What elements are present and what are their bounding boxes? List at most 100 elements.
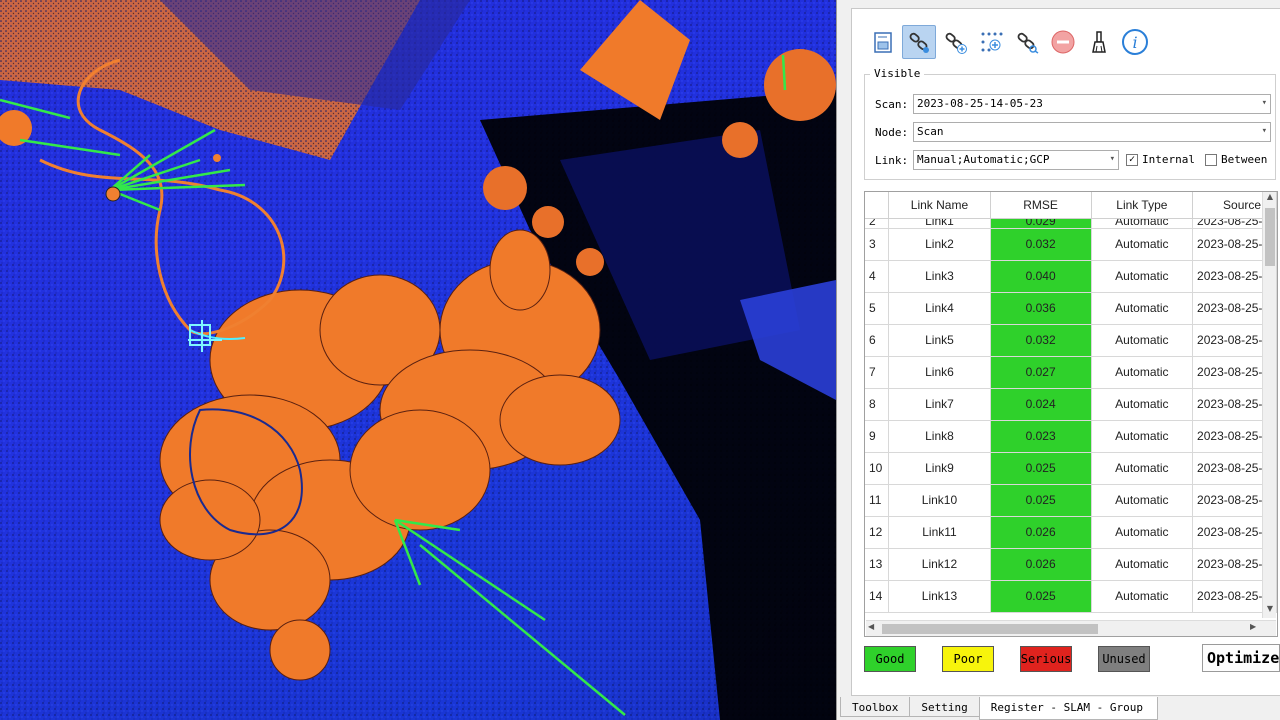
link-name-cell[interactable]: Link5: [888, 324, 991, 357]
row-number-header[interactable]: [865, 192, 890, 219]
rmse-cell[interactable]: 0.024: [990, 388, 1092, 421]
table-row[interactable]: 5 Link4 0.036 Automatic 2023-08-25-1: [865, 292, 1277, 325]
link-type-cell[interactable]: Automatic: [1091, 452, 1194, 485]
link-mode-button[interactable]: [902, 25, 936, 59]
optimize-button[interactable]: Optimize: [1202, 644, 1280, 672]
link-type-cell[interactable]: Automatic: [1091, 420, 1194, 453]
table-row[interactable]: 7 Link6 0.027 Automatic 2023-08-25-1: [865, 356, 1277, 389]
row-number-cell[interactable]: 8: [865, 388, 890, 421]
point-cloud-viewport[interactable]: [0, 0, 836, 720]
row-number-cell[interactable]: 4: [865, 260, 890, 293]
rmse-cell[interactable]: 0.025: [990, 580, 1092, 613]
scroll-up-arrow-icon[interactable]: ▲: [1264, 192, 1276, 204]
add-nodes-button[interactable]: [974, 25, 1008, 59]
internal-checkbox[interactable]: ✓ Internal: [1126, 153, 1195, 166]
remove-link-button[interactable]: [1046, 25, 1080, 59]
link-name-cell[interactable]: Link2: [888, 228, 991, 261]
row-number-cell[interactable]: 6: [865, 324, 890, 357]
rmse-cell[interactable]: 0.032: [990, 228, 1092, 261]
table-row[interactable]: 11 Link10 0.025 Automatic 2023-08-25-1: [865, 484, 1277, 517]
link-type-cell[interactable]: Automatic: [1091, 388, 1194, 421]
clean-button[interactable]: [1082, 25, 1116, 59]
node-dropdown[interactable]: Scan ▾: [913, 122, 1271, 142]
legend-poor: Poor: [942, 646, 994, 672]
row-number-cell[interactable]: 13: [865, 548, 890, 581]
link-name-cell[interactable]: Link1: [888, 218, 991, 229]
link-label: Link:: [875, 154, 909, 167]
column-header-link-type[interactable]: Link Type: [1091, 192, 1194, 219]
rmse-cell[interactable]: 0.040: [990, 260, 1092, 293]
table-row[interactable]: 2 Link1 0.029 Automatic 2023-08-25-1: [865, 218, 1277, 229]
link-type-cell[interactable]: Automatic: [1091, 260, 1194, 293]
row-number-cell[interactable]: 7: [865, 356, 890, 389]
link-type-cell[interactable]: Automatic: [1091, 548, 1194, 581]
column-header-link-name[interactable]: Link Name: [888, 192, 991, 219]
tab-register-slam-group[interactable]: Register - SLAM - Group: [978, 697, 1159, 720]
table-row[interactable]: 6 Link5 0.032 Automatic 2023-08-25-1: [865, 324, 1277, 357]
link-name-cell[interactable]: Link8: [888, 420, 991, 453]
row-number-cell[interactable]: 10: [865, 452, 890, 485]
tab-toolbox[interactable]: Toolbox: [840, 697, 911, 717]
link-name-cell[interactable]: Link3: [888, 260, 991, 293]
table-vertical-scrollbar[interactable]: ▲ ▼: [1262, 192, 1276, 618]
search-link-button[interactable]: [1010, 25, 1044, 59]
row-number-cell[interactable]: 12: [865, 516, 890, 549]
row-number-cell[interactable]: 11: [865, 484, 890, 517]
rmse-cell[interactable]: 0.025: [990, 452, 1092, 485]
row-number-cell[interactable]: 14: [865, 580, 890, 613]
link-type-cell[interactable]: Automatic: [1091, 324, 1194, 357]
row-number-cell[interactable]: 5: [865, 292, 890, 325]
scroll-down-arrow-icon[interactable]: ▼: [1264, 604, 1276, 616]
table-horizontal-scrollbar[interactable]: ◀ ▶: [866, 620, 1276, 636]
between-checkbox[interactable]: Between: [1205, 153, 1267, 166]
save-button[interactable]: [866, 25, 900, 59]
link-name-cell[interactable]: Link4: [888, 292, 991, 325]
table-row[interactable]: 8 Link7 0.024 Automatic 2023-08-25-1: [865, 388, 1277, 421]
info-button[interactable]: i: [1118, 25, 1152, 59]
table-row[interactable]: 4 Link3 0.040 Automatic 2023-08-25-1: [865, 260, 1277, 293]
link-name-cell[interactable]: Link6: [888, 356, 991, 389]
scroll-right-arrow-icon[interactable]: ▶: [1250, 622, 1256, 631]
row-number-cell[interactable]: 2: [865, 218, 890, 229]
tab-setting[interactable]: Setting: [909, 697, 980, 717]
internal-check-box: ✓: [1126, 153, 1138, 166]
node-label: Node:: [875, 126, 909, 139]
table-row[interactable]: 10 Link9 0.025 Automatic 2023-08-25-1: [865, 452, 1277, 485]
link-type-cell[interactable]: Automatic: [1091, 228, 1194, 261]
table-row[interactable]: 9 Link8 0.023 Automatic 2023-08-25-1: [865, 420, 1277, 453]
add-link-button[interactable]: [938, 25, 972, 59]
rmse-cell[interactable]: 0.026: [990, 516, 1092, 549]
link-type-cell[interactable]: Automatic: [1091, 516, 1194, 549]
link-type-cell[interactable]: Automatic: [1091, 580, 1194, 613]
rmse-cell[interactable]: 0.027: [990, 356, 1092, 389]
vertical-scroll-thumb[interactable]: [1265, 208, 1275, 266]
table-row[interactable]: 13 Link12 0.026 Automatic 2023-08-25-1: [865, 548, 1277, 581]
rmse-cell[interactable]: 0.036: [990, 292, 1092, 325]
rmse-cell[interactable]: 0.032: [990, 324, 1092, 357]
link-type-cell[interactable]: Automatic: [1091, 218, 1194, 229]
link-name-cell[interactable]: Link12: [888, 548, 991, 581]
scan-dropdown[interactable]: 2023-08-25-14-05-23 ▾: [913, 94, 1271, 114]
table-row[interactable]: 14 Link13 0.025 Automatic 2023-08-25-1: [865, 580, 1277, 613]
scroll-left-arrow-icon[interactable]: ◀: [868, 622, 874, 631]
table-row[interactable]: 12 Link11 0.026 Automatic 2023-08-25-1: [865, 516, 1277, 549]
rmse-cell[interactable]: 0.023: [990, 420, 1092, 453]
table-row[interactable]: 3 Link2 0.032 Automatic 2023-08-25-1: [865, 228, 1277, 261]
link-name-cell[interactable]: Link13: [888, 580, 991, 613]
link-name-cell[interactable]: Link7: [888, 388, 991, 421]
link-name-cell[interactable]: Link9: [888, 452, 991, 485]
column-header-rmse[interactable]: RMSE: [990, 192, 1092, 219]
row-number-cell[interactable]: 3: [865, 228, 890, 261]
link-type-cell[interactable]: Automatic: [1091, 292, 1194, 325]
link-dropdown[interactable]: Manual;Automatic;GCP ▾: [913, 150, 1119, 170]
rmse-cell[interactable]: 0.029: [990, 218, 1092, 229]
link-name-cell[interactable]: Link11: [888, 516, 991, 549]
link-name-cell[interactable]: Link10: [888, 484, 991, 517]
row-number-cell[interactable]: 9: [865, 420, 890, 453]
rmse-cell[interactable]: 0.026: [990, 548, 1092, 581]
rmse-cell[interactable]: 0.025: [990, 484, 1092, 517]
point-cloud-render: [0, 0, 836, 720]
horizontal-scroll-thumb[interactable]: [882, 624, 1098, 634]
link-type-cell[interactable]: Automatic: [1091, 484, 1194, 517]
link-type-cell[interactable]: Automatic: [1091, 356, 1194, 389]
